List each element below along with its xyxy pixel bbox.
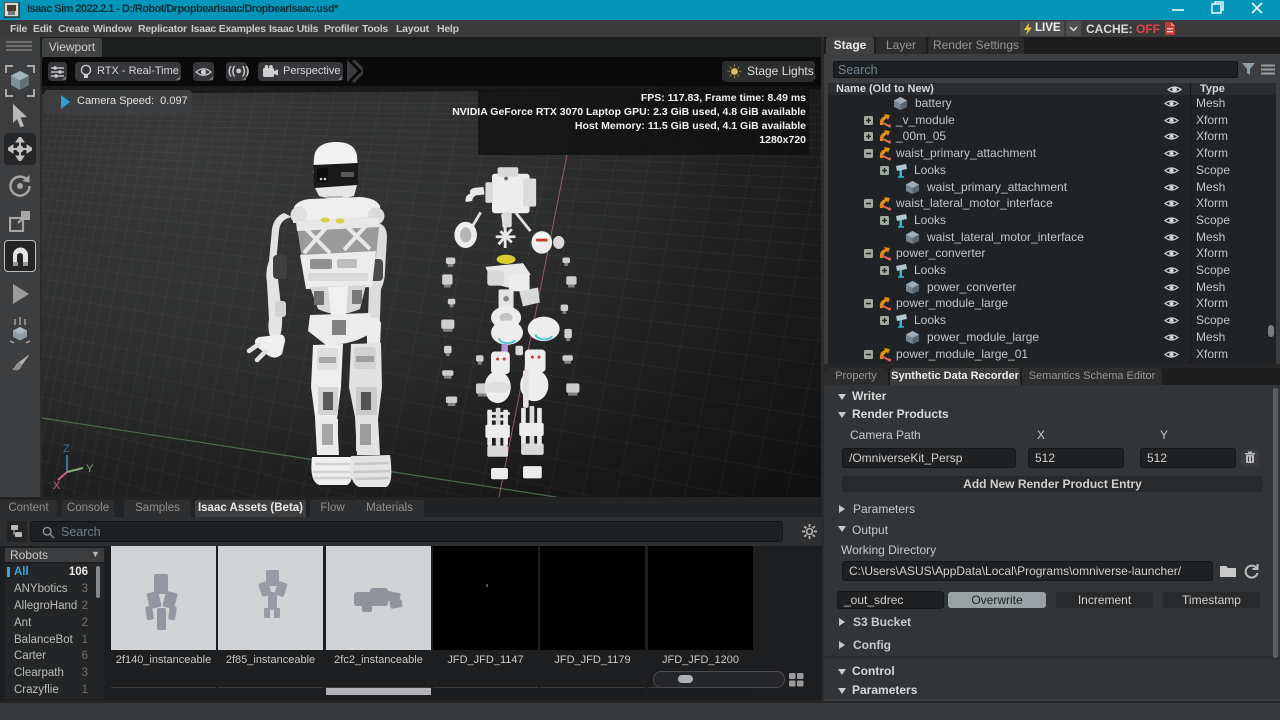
svg-text:X: X (53, 480, 61, 492)
svg-text:Z: Z (63, 443, 70, 455)
svg-text:Y: Y (86, 463, 94, 475)
